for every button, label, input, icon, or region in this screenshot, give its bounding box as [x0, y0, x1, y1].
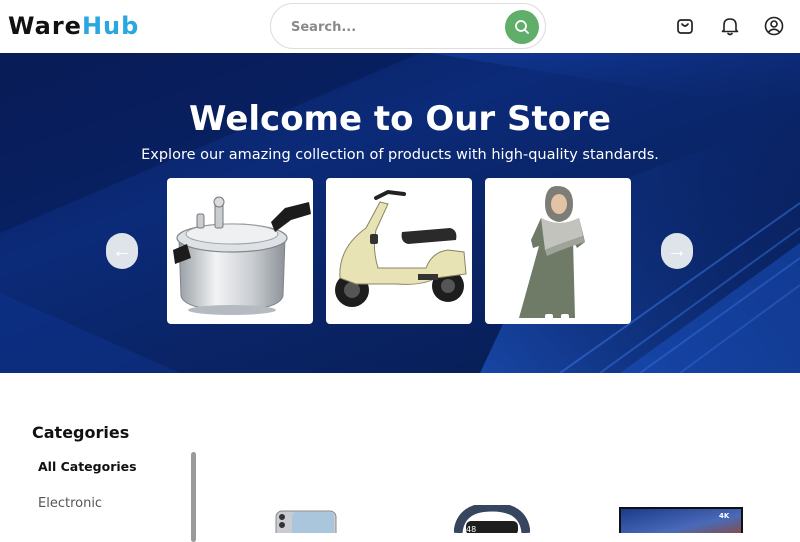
search-input[interactable] — [289, 16, 493, 38]
search-bar — [270, 3, 546, 49]
smartwatch-image: 48 — [454, 505, 530, 533]
product-card-pressure-cooker[interactable] — [167, 178, 313, 324]
account-button[interactable] — [763, 15, 785, 37]
notifications-button[interactable] — [719, 15, 741, 37]
hero-title: Welcome to Our Store — [189, 99, 611, 139]
logo[interactable]: WareHub — [8, 12, 139, 40]
product-thumb-phone[interactable] — [274, 505, 338, 533]
svg-text:4K: 4K — [719, 512, 730, 520]
pressure-cooker-image — [173, 196, 311, 315]
arrow-left-icon: ← — [112, 240, 132, 262]
product-thumb-tv[interactable]: 4K — [619, 505, 743, 533]
categories-scrollbar[interactable] — [191, 452, 196, 542]
user-account-icon — [764, 16, 784, 36]
hero-banner: Welcome to Our Store Explore our amazing… — [0, 53, 800, 373]
category-item-electronic[interactable]: Electronic — [38, 496, 102, 511]
abaya-dress-image — [519, 186, 585, 320]
bell-icon — [721, 18, 739, 36]
category-item-all[interactable]: All Categories — [38, 459, 137, 474]
product-thumb-smartwatch[interactable]: 48 — [454, 505, 530, 533]
logo-part-hub: Hub — [81, 12, 140, 40]
header: WareHub — [0, 0, 800, 53]
tv-image: 4K — [619, 507, 743, 533]
hero-subtitle: Explore our amazing collection of produc… — [141, 147, 659, 163]
shopping-bag-icon — [677, 19, 693, 34]
product-card-electric-scooter[interactable] — [326, 178, 472, 324]
search-button[interactable] — [505, 10, 539, 44]
electric-scooter-image — [335, 189, 467, 307]
phone-image — [275, 510, 337, 533]
search-icon — [515, 20, 529, 34]
product-card-abaya-dress[interactable] — [485, 178, 631, 324]
carousel-prev-button[interactable]: ← — [106, 233, 138, 269]
categories-title: Categories — [32, 423, 130, 442]
logo-part-ware: Ware — [8, 12, 82, 40]
arrow-right-icon: → — [667, 240, 687, 262]
carousel-next-button[interactable]: → — [661, 233, 693, 269]
svg-text:48: 48 — [466, 525, 476, 533]
cart-button[interactable] — [674, 15, 696, 37]
